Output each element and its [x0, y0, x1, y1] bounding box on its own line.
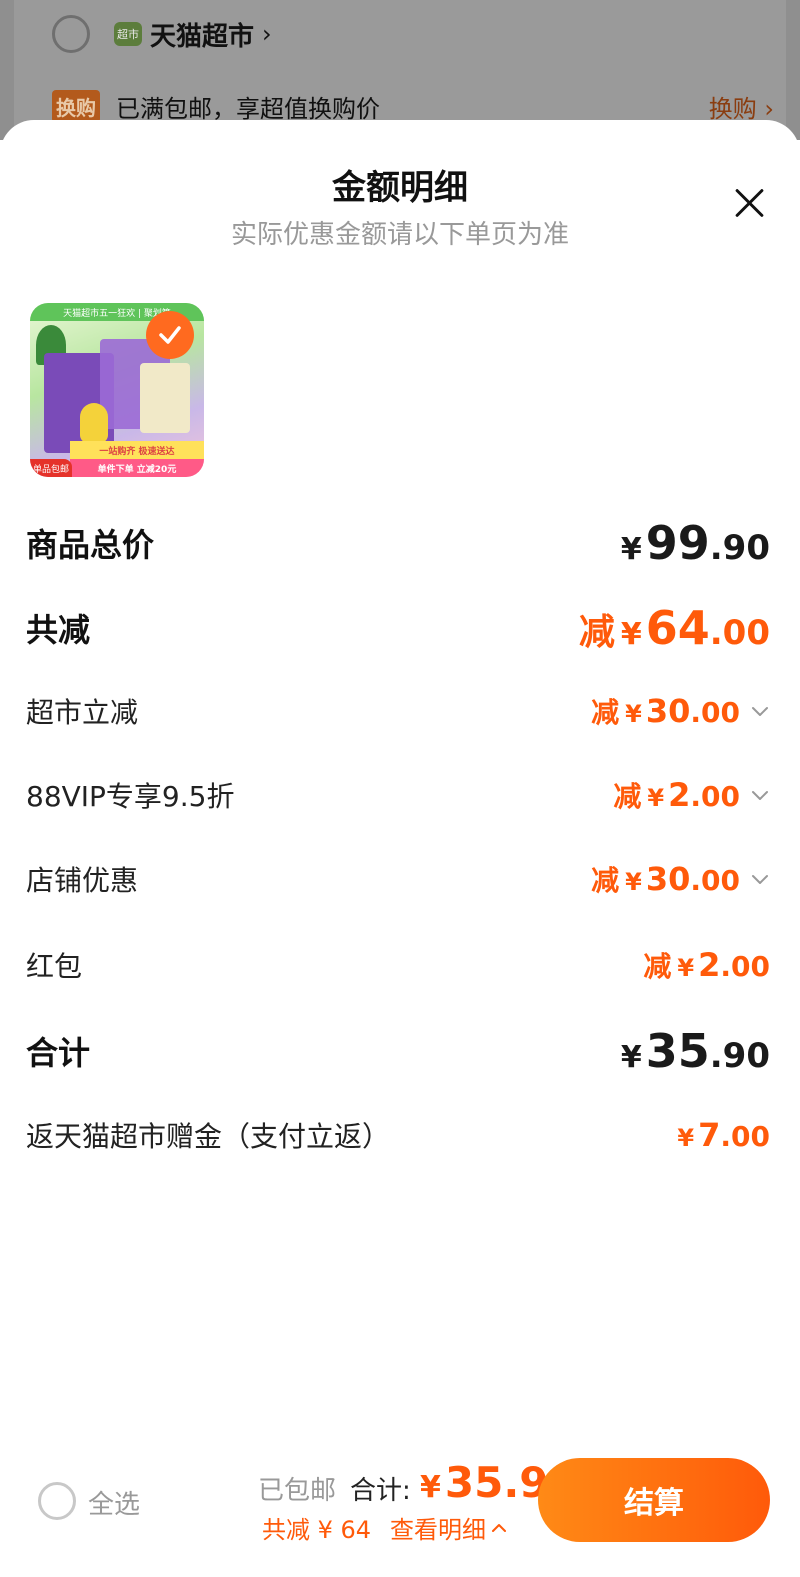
currency-symbol: ¥ [420, 1470, 441, 1505]
red-packet-label: 红包 [26, 950, 83, 983]
chevron-up-icon [492, 1523, 506, 1532]
product-strip-discount: 单件下单 立减20元 [70, 459, 204, 477]
currency-symbol: ¥ [677, 1124, 695, 1152]
amount-decimal: .00 [690, 780, 740, 813]
vip-discount-label: 88VIP专享9.5折 [26, 780, 235, 813]
discount-prefix: 减 [613, 780, 642, 813]
store-discount-label: 店铺优惠 [26, 864, 139, 897]
amount-decimal: .00 [690, 696, 740, 729]
total-discount-row: 共减 减 ¥ 64 .00 [26, 598, 770, 658]
currency-symbol: ¥ [647, 784, 665, 812]
shipping-status: 已包邮 [258, 1476, 337, 1506]
currency-symbol: ¥ [677, 954, 695, 982]
amount-integer: 30 [645, 692, 691, 730]
red-packet-row: 红包 减 ¥ 2 .00 [26, 940, 770, 990]
vip-discount-amount: 减 ¥ 2 .00 [613, 775, 740, 815]
exchange-promo-bar[interactable]: 换购 已满包邮，享超值换购价 换购 › [52, 88, 774, 124]
currency-symbol: ¥ [620, 1040, 642, 1075]
amount-decimal: .00 [709, 613, 770, 653]
total-amount: ¥ 35 .90 [621, 1024, 770, 1078]
checkout-button[interactable]: 结算 [538, 1458, 770, 1542]
discount-prefix: 减 [591, 696, 620, 729]
footer-total-amount: ¥ 35.9 [420, 1458, 549, 1507]
select-all-label[interactable]: 全选 [88, 1484, 140, 1521]
cashback-row: 返天猫超市赠金（支付立返） ¥ 7 .00 [26, 1110, 770, 1160]
product-box-graphic [140, 363, 190, 433]
footer-total-value: 35.9 [444, 1458, 549, 1507]
cashback-label: 返天猫超市赠金（支付立返） [26, 1120, 391, 1153]
subtotal-label: 商品总价 [26, 526, 155, 564]
currency-symbol: ¥ [625, 700, 642, 728]
free-shipping-tag: 单品包邮 [30, 459, 72, 477]
amount-integer: 35 [645, 1024, 710, 1078]
footer-total-label: 合计: [350, 1476, 411, 1506]
store-select-radio[interactable] [52, 15, 90, 53]
store-discount-value: 减 ¥ 30 .00 [591, 859, 770, 899]
chevron-right-icon: › [262, 20, 272, 48]
promo-tag: 换购 [52, 89, 100, 123]
close-icon[interactable] [728, 182, 770, 224]
market-discount-row[interactable]: 超市立减 减 ¥ 30 .00 [26, 686, 770, 736]
currency-symbol: ¥ [620, 617, 642, 652]
promo-link[interactable]: 换购 › [709, 89, 774, 124]
amount-detail-sheet: 金额明细 实际优惠金额请以下单页为准 天猫超市五一狂欢 | 聚划算 一站购齐 极… [0, 120, 800, 1577]
saved-amount: 共减 ¥ 64 [262, 1516, 372, 1544]
amount-integer: 64 [645, 601, 710, 655]
vip-discount-value: 减 ¥ 2 .00 [613, 775, 770, 815]
promo-text: 已满包邮，享超值换购价 [116, 94, 380, 123]
market-discount-value: 减 ¥ 30 .00 [591, 691, 770, 731]
total-discount-label: 共减 [26, 611, 91, 649]
store-discount-row[interactable]: 店铺优惠 减 ¥ 30 .00 [26, 854, 770, 904]
discount-prefix: 减 [591, 864, 620, 897]
total-row: 合计 ¥ 35 .90 [26, 1023, 770, 1079]
chevron-down-icon[interactable] [750, 785, 770, 805]
amount-decimal: .90 [709, 1036, 770, 1076]
chevron-down-icon[interactable] [750, 701, 770, 721]
checkout-bar: 全选 已包邮 合计: ¥ 35.9 共减 ¥ 64 查看明细 结算 [0, 1450, 800, 1577]
view-detail-link[interactable]: 查看明细 [390, 1510, 508, 1545]
select-all-radio[interactable] [38, 1482, 76, 1520]
amount-integer: 30 [645, 860, 691, 898]
currency-symbol: ¥ [620, 532, 642, 567]
total-discount-amount: 减 ¥ 64 .00 [579, 601, 770, 655]
amount-decimal: .00 [690, 864, 740, 897]
amount-integer: 99 [645, 516, 710, 570]
subtotal-row: 商品总价 ¥ 99 .90 [26, 515, 770, 571]
product-thumbnail[interactable]: 天猫超市五一狂欢 | 聚划算 一站购齐 极速送达 单件下单 立减20元 单品包邮 [30, 303, 204, 477]
chevron-down-icon[interactable] [750, 869, 770, 889]
check-icon[interactable] [146, 311, 194, 359]
amount-decimal: .90 [709, 528, 770, 568]
currency-symbol: ¥ [625, 868, 642, 896]
amount-integer: 7 [698, 1116, 721, 1154]
amount-decimal: .00 [720, 1120, 770, 1153]
cart-store-card: 超市 天猫超市 › 换购 已满包邮，享超值换购价 换购 › [14, 0, 786, 140]
subtotal-amount: ¥ 99 .90 [621, 516, 770, 570]
total-label: 合计 [26, 1034, 91, 1072]
vip-discount-row[interactable]: 88VIP专享9.5折 减 ¥ 2 .00 [26, 770, 770, 820]
background-overlay[interactable]: 超市 天猫超市 › 换购 已满包邮，享超值换购价 换购 › [0, 0, 800, 140]
view-detail-label: 查看明细 [390, 1516, 486, 1544]
store-name: 天猫超市 [150, 21, 255, 52]
red-packet-amount: 减 ¥ 2 .00 [643, 945, 770, 985]
store-badge-icon: 超市 [114, 22, 142, 46]
product-strip-delivery: 一站购齐 极速送达 [70, 441, 204, 459]
store-header[interactable]: 超市 天猫超市 › [114, 14, 272, 54]
market-discount-amount: 减 ¥ 30 .00 [591, 691, 740, 731]
sheet-subtitle: 实际优惠金额请以下单页为准 [230, 220, 569, 250]
market-discount-label: 超市立减 [26, 696, 139, 729]
product-strips: 一站购齐 极速送达 单件下单 立减20元 [70, 441, 204, 477]
sheet-title: 金额明细 [332, 168, 468, 208]
amount-integer: 2 [698, 946, 721, 984]
amount-decimal: .00 [720, 950, 770, 983]
discount-prefix: 减 [643, 950, 672, 983]
amount-integer: 2 [668, 776, 691, 814]
cashback-amount: ¥ 7 .00 [677, 1116, 770, 1154]
mascot-graphic [80, 403, 108, 443]
store-discount-amount: 减 ¥ 30 .00 [591, 859, 740, 899]
discount-prefix: 减 [578, 612, 615, 653]
